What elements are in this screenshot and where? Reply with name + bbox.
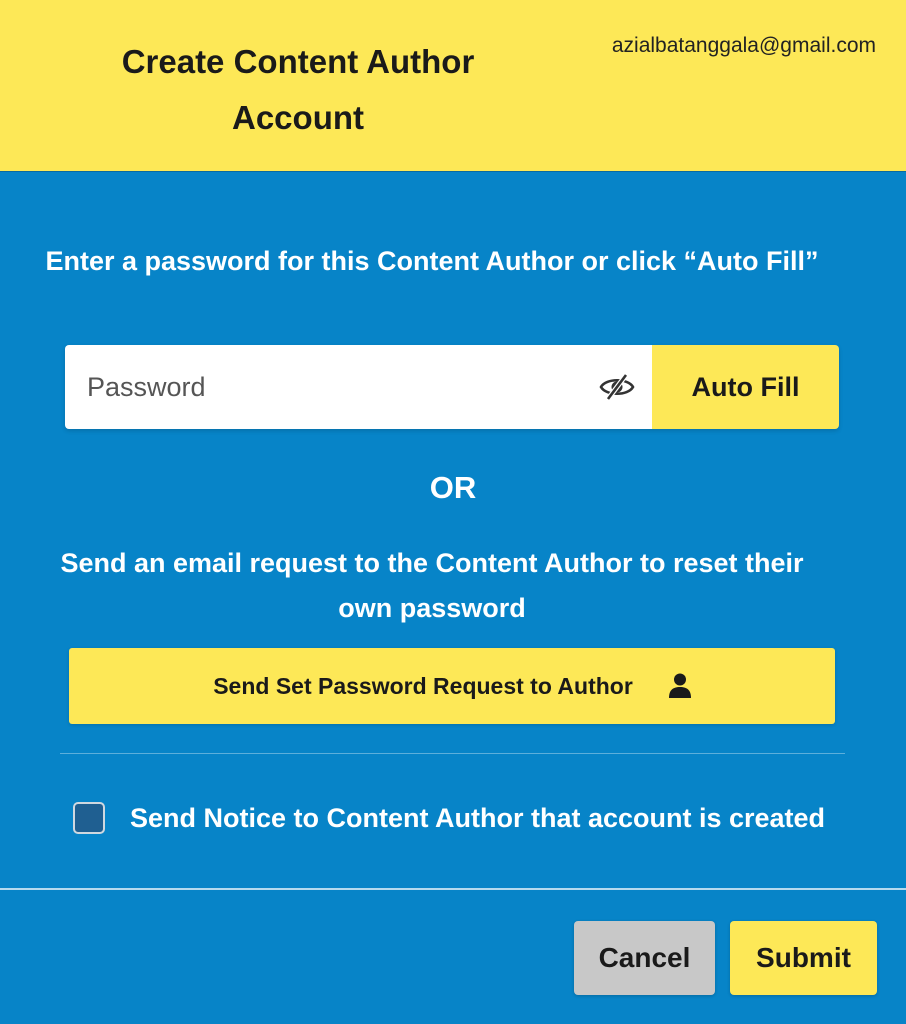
password-prompt: Enter a password for this Content Author…: [45, 246, 819, 276]
eye-slash-icon[interactable]: [598, 372, 636, 402]
submit-button[interactable]: Submit: [730, 921, 877, 995]
notice-checkbox-row: Send Notice to Content Author that accou…: [73, 802, 825, 834]
send-password-request-button[interactable]: Send Set Password Request to Author: [69, 648, 835, 724]
notice-checkbox[interactable]: [73, 802, 105, 834]
auto-fill-button[interactable]: Auto Fill: [652, 345, 839, 429]
section-divider: [60, 753, 845, 754]
email-request-prompt: Send an email request to the Content Aut…: [60, 548, 804, 623]
cancel-button[interactable]: Cancel: [574, 921, 715, 995]
password-input[interactable]: [65, 345, 652, 429]
or-separator: OR: [429, 470, 477, 505]
dialog-header: Create Content Author Account azialbatan…: [0, 0, 906, 172]
send-password-request-label: Send Set Password Request to Author: [213, 672, 633, 699]
user-email: azialbatanggala@gmail.com: [611, 34, 876, 57]
footer-divider: [0, 888, 906, 890]
create-author-dialog: Create Content Author Account azialbatan…: [0, 0, 906, 1024]
dialog-title: Create Content Author Account: [121, 43, 475, 136]
password-input-wrap: [65, 345, 652, 429]
notice-checkbox-label: Send Notice to Content Author that accou…: [130, 802, 826, 833]
person-icon: [668, 673, 691, 699]
password-row: Auto Fill: [65, 345, 839, 429]
